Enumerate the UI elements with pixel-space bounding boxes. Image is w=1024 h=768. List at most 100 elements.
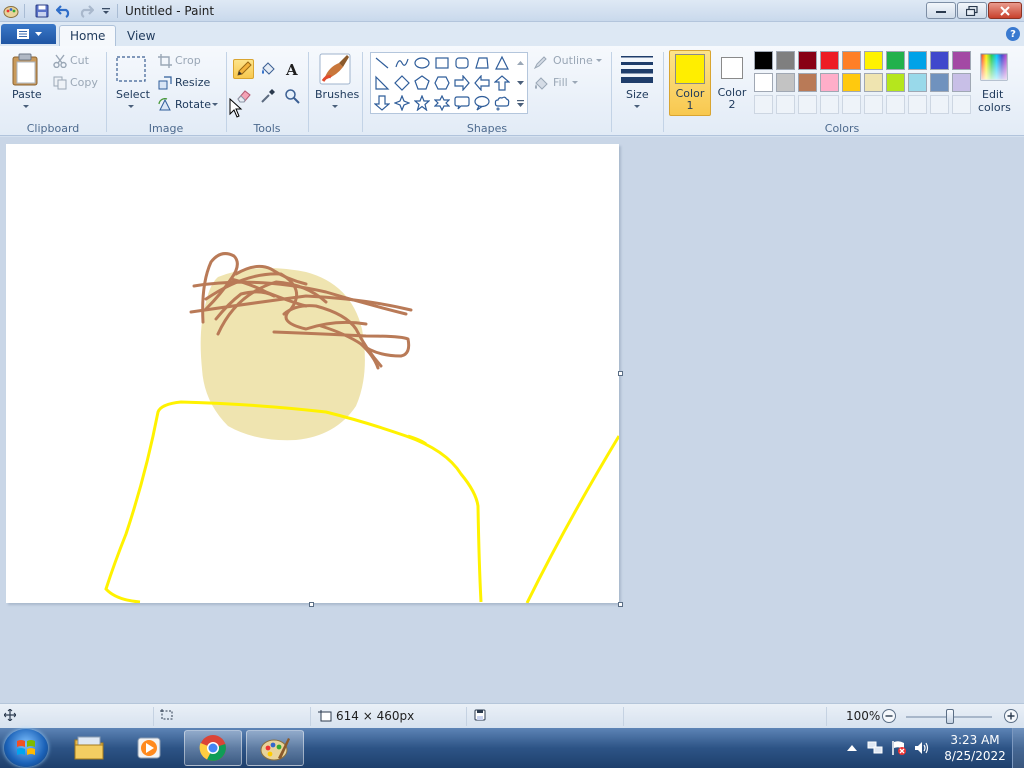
outline-dropdown-icon[interactable] [596,59,602,62]
cloud-callout-shape[interactable] [492,93,512,113]
color2-button[interactable]: Color 2 [712,50,752,116]
crop-button[interactable]: Crop [175,54,201,67]
fill-tool[interactable] [257,59,278,79]
hexagon-shape[interactable] [432,73,452,93]
brushes-button[interactable]: Brushes [315,88,359,101]
copy-button[interactable]: Copy [70,76,98,89]
taskbar-explorer[interactable] [60,730,118,766]
drawing-canvas[interactable] [6,144,621,604]
system-clock[interactable]: 3:23 AM 8/25/2022 [930,732,1020,764]
rectangle-shape[interactable] [432,53,452,73]
line-shape[interactable] [372,53,392,73]
action-center-flag-icon[interactable] [891,740,907,756]
polygon-shape[interactable] [472,53,492,73]
color1-button[interactable]: Color 1 [669,50,711,116]
down-arrow-shape[interactable] [372,93,392,113]
pentagon-shape[interactable] [412,73,432,93]
file-menu-button[interactable] [1,24,56,44]
resize-handle-corner[interactable] [618,602,623,607]
paste-icon[interactable] [10,52,42,88]
zoom-in-button[interactable] [1003,708,1019,724]
redo-icon[interactable] [78,3,94,19]
custom-color-slot[interactable] [952,95,971,114]
shapes-scroll-down-icon[interactable] [514,73,527,93]
brushes-icon[interactable] [318,52,352,86]
brushes-dropdown-icon[interactable] [332,105,338,108]
custom-color-slot[interactable] [798,95,817,114]
palette-swatch[interactable] [930,51,949,70]
fill-button[interactable]: Fill [553,76,568,89]
pencil-tool[interactable] [233,59,254,79]
five-point-star-shape[interactable] [412,93,432,113]
resize-handle-right[interactable] [618,371,623,376]
diamond-shape[interactable] [392,73,412,93]
rounded-callout-shape[interactable] [452,93,472,113]
left-arrow-shape[interactable] [472,73,492,93]
start-button[interactable] [4,729,48,767]
outline-button[interactable]: Outline [553,54,593,67]
select-button[interactable]: Select [116,88,150,101]
up-arrow-shape[interactable] [492,73,512,93]
restore-button[interactable] [957,2,987,19]
six-point-star-shape[interactable] [432,93,452,113]
palette-swatch[interactable] [798,51,817,70]
resize-button[interactable]: Resize [175,76,210,89]
close-button[interactable] [988,2,1022,19]
minimize-button[interactable] [926,2,956,19]
right-arrow-shape[interactable] [452,73,472,93]
color-picker-tool[interactable] [257,86,278,106]
palette-swatch[interactable] [930,73,949,92]
palette-swatch[interactable] [864,73,883,92]
select-dropdown-icon[interactable] [128,105,134,108]
show-hidden-icons-icon[interactable] [844,740,860,756]
customize-quick-access-icon[interactable] [98,3,114,19]
palette-swatch[interactable] [820,73,839,92]
paint-app-icon[interactable] [3,3,19,19]
custom-color-slot[interactable] [754,95,773,114]
cut-button[interactable]: Cut [70,54,89,67]
right-triangle-shape[interactable] [372,73,392,93]
palette-swatch[interactable] [842,73,861,92]
edit-colors-icon[interactable] [979,52,1009,82]
custom-color-slot[interactable] [842,95,861,114]
triangle-shape[interactable] [492,53,512,73]
size-icon[interactable] [619,52,655,86]
network-icon[interactable] [867,740,883,756]
size-button[interactable]: Size [626,88,649,101]
four-point-star-shape[interactable] [392,93,412,113]
rounded-rectangle-shape[interactable] [452,53,472,73]
text-tool[interactable]: A [281,59,302,79]
resize-handle-bottom[interactable] [309,602,314,607]
taskbar-media-player[interactable] [121,730,179,766]
help-icon[interactable]: ? [1006,27,1020,41]
palette-swatch[interactable] [776,73,795,92]
palette-swatch[interactable] [886,73,905,92]
tab-view[interactable]: View [117,25,165,46]
custom-color-slot[interactable] [930,95,949,114]
curve-shape[interactable] [392,53,412,73]
rotate-button[interactable]: Rotate [175,98,211,111]
oval-callout-shape[interactable] [472,93,492,113]
palette-swatch[interactable] [754,51,773,70]
rotate-dropdown-icon[interactable] [212,103,218,106]
palette-swatch[interactable] [842,51,861,70]
palette-swatch[interactable] [908,73,927,92]
palette-swatch[interactable] [864,51,883,70]
oval-shape[interactable] [412,53,432,73]
undo-icon[interactable] [56,3,72,19]
paste-button[interactable]: Paste [12,88,42,101]
custom-color-slot[interactable] [820,95,839,114]
palette-swatch[interactable] [952,51,971,70]
custom-color-slot[interactable] [908,95,927,114]
palette-swatch[interactable] [798,73,817,92]
palette-swatch[interactable] [908,51,927,70]
palette-swatch[interactable] [820,51,839,70]
custom-color-slot[interactable] [776,95,795,114]
zoom-slider-thumb[interactable] [946,709,954,724]
taskbar-paint[interactable] [246,730,304,766]
select-icon[interactable] [115,54,147,84]
fill-dropdown-icon[interactable] [572,81,578,84]
zoom-out-button[interactable] [881,708,897,724]
show-desktop-button[interactable] [1012,728,1024,768]
shapes-scroll-up-icon[interactable] [514,53,527,73]
